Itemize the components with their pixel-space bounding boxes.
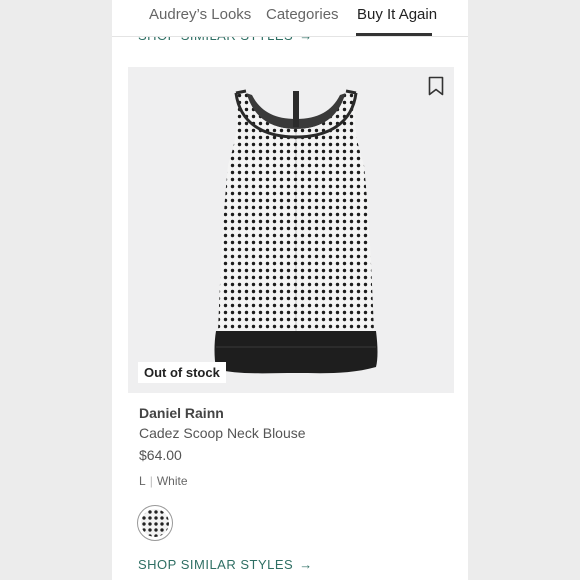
color-swatch[interactable] xyxy=(137,505,173,541)
polka-dot-swatch-icon xyxy=(141,509,169,537)
variant-size: L xyxy=(139,474,146,488)
product-image[interactable]: Out of stock xyxy=(128,67,454,393)
variant-color: White xyxy=(156,474,188,488)
out-of-stock-badge: Out of stock xyxy=(138,362,226,383)
arrow-right-icon: → xyxy=(299,557,313,572)
blouse-image xyxy=(214,89,378,374)
product-brand: Daniel Rainn xyxy=(139,405,224,421)
product-name[interactable]: Cadez Scoop Neck Blouse xyxy=(139,425,306,441)
shop-similar-styles-link[interactable]: SHOP SIMILAR STYLES → xyxy=(138,557,313,572)
tab-bar: Audrey’s Looks Categories Buy It Again xyxy=(112,0,468,37)
bookmark-icon[interactable] xyxy=(428,76,444,96)
product-price: $64.00 xyxy=(139,447,182,463)
active-tab-indicator xyxy=(356,33,432,36)
app-page: Audrey’s Looks Categories Buy It Again S… xyxy=(112,0,468,580)
tab-audreys-looks[interactable]: Audrey’s Looks xyxy=(149,6,251,23)
product-variant: L | White xyxy=(139,474,188,488)
variant-separator: | xyxy=(149,474,153,488)
tab-buy-it-again[interactable]: Buy It Again xyxy=(357,6,437,23)
tab-categories[interactable]: Categories xyxy=(266,6,339,23)
shop-similar-label: SHOP SIMILAR STYLES xyxy=(138,557,294,572)
screenshot-frame: Audrey’s Looks Categories Buy It Again S… xyxy=(0,0,580,580)
